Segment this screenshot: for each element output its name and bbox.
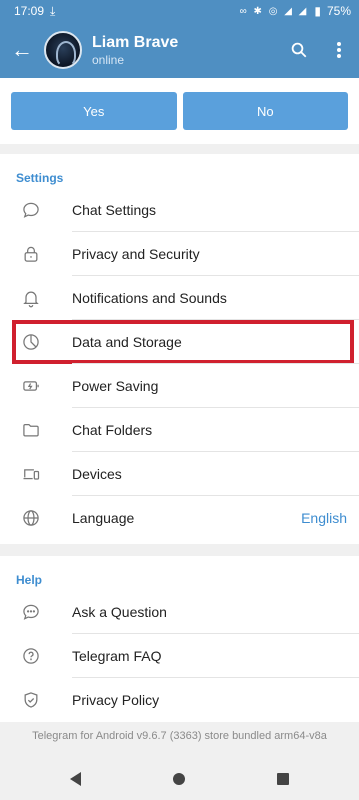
lock-icon [0, 244, 72, 264]
status-time: 17:09 [14, 4, 45, 18]
chat-dots-icon [0, 602, 72, 622]
shield-check-icon [0, 690, 72, 710]
help-item-privacy-policy[interactable]: Privacy Policy [0, 678, 359, 722]
settings-item-devices[interactable]: Devices [0, 452, 359, 496]
language-value: English [301, 510, 347, 526]
question-icon [0, 646, 72, 666]
search-icon[interactable] [279, 22, 319, 78]
settings-item-data-storage[interactable]: Data and Storage [0, 320, 359, 364]
settings-item-power-saving[interactable]: Power Saving [0, 364, 359, 408]
settings-item-label: Chat Folders [72, 422, 153, 438]
settings-section: Settings Chat Settings Privacy and Secur… [0, 154, 359, 544]
contact-status: online [92, 52, 125, 67]
settings-item-label: Language [72, 510, 135, 526]
settings-item-language[interactable]: Language English [0, 496, 359, 540]
settings-item-chat-folders[interactable]: Chat Folders [0, 408, 359, 452]
help-section: Help Ask a Question Telegram FAQ Privacy… [0, 556, 359, 722]
settings-item-label: Devices [72, 466, 122, 482]
bell-icon [0, 288, 72, 308]
help-item-label: Ask a Question [72, 604, 167, 620]
folder-icon [0, 420, 72, 440]
pie-chart-icon [0, 332, 72, 352]
download-check-icon: ⤓ [50, 3, 56, 18]
contact-name: Liam Brave [92, 33, 179, 51]
settings-item-notifications[interactable]: Notifications and Sounds [0, 276, 359, 320]
settings-header: Settings [16, 171, 64, 185]
reply-buttons: Yes No [0, 78, 359, 144]
more-options-icon[interactable] [319, 22, 359, 78]
battery-icon: ▮ [314, 4, 321, 18]
system-nav-bar [0, 758, 359, 800]
battery-level: 75% [326, 4, 351, 18]
globe-icon [0, 508, 72, 528]
settings-item-label: Data and Storage [72, 334, 182, 350]
chat-title[interactable]: Liam Brave online [92, 34, 178, 67]
help-item-ask-question[interactable]: Ask a Question [0, 590, 359, 634]
help-item-label: Privacy Policy [72, 692, 160, 708]
settings-item-label: Power Saving [72, 378, 159, 394]
version-footer: Telegram for Android v9.6.7 (3363) store… [32, 730, 327, 742]
devices-icon [0, 464, 72, 484]
back-arrow-icon[interactable]: ← [0, 22, 44, 78]
nav-recents-icon[interactable] [277, 773, 289, 785]
help-item-faq[interactable]: Telegram FAQ [0, 634, 359, 678]
help-item-label: Telegram FAQ [72, 648, 162, 664]
battery-icon [0, 376, 72, 396]
chat-bubble-icon [0, 200, 72, 220]
status-bar: 17:09 ⤓ ∞ ✱ ◎ ◢ ◢ ▮ 75% [0, 0, 359, 22]
avatar[interactable] [44, 31, 82, 69]
settings-item-chat-settings[interactable]: Chat Settings [0, 188, 359, 232]
help-header: Help [16, 573, 43, 587]
status-icons: ∞ ✱ ◎ ◢ ◢ [239, 5, 309, 17]
settings-item-privacy[interactable]: Privacy and Security [0, 232, 359, 276]
settings-item-label: Notifications and Sounds [72, 290, 227, 306]
chat-header: ← Liam Brave online [0, 22, 359, 78]
yes-button[interactable]: Yes [11, 92, 177, 130]
settings-item-label: Chat Settings [72, 202, 157, 218]
settings-item-label: Privacy and Security [72, 246, 200, 262]
no-button[interactable]: No [182, 92, 348, 130]
nav-home-icon[interactable] [173, 773, 185, 785]
nav-back-icon[interactable] [70, 772, 81, 786]
